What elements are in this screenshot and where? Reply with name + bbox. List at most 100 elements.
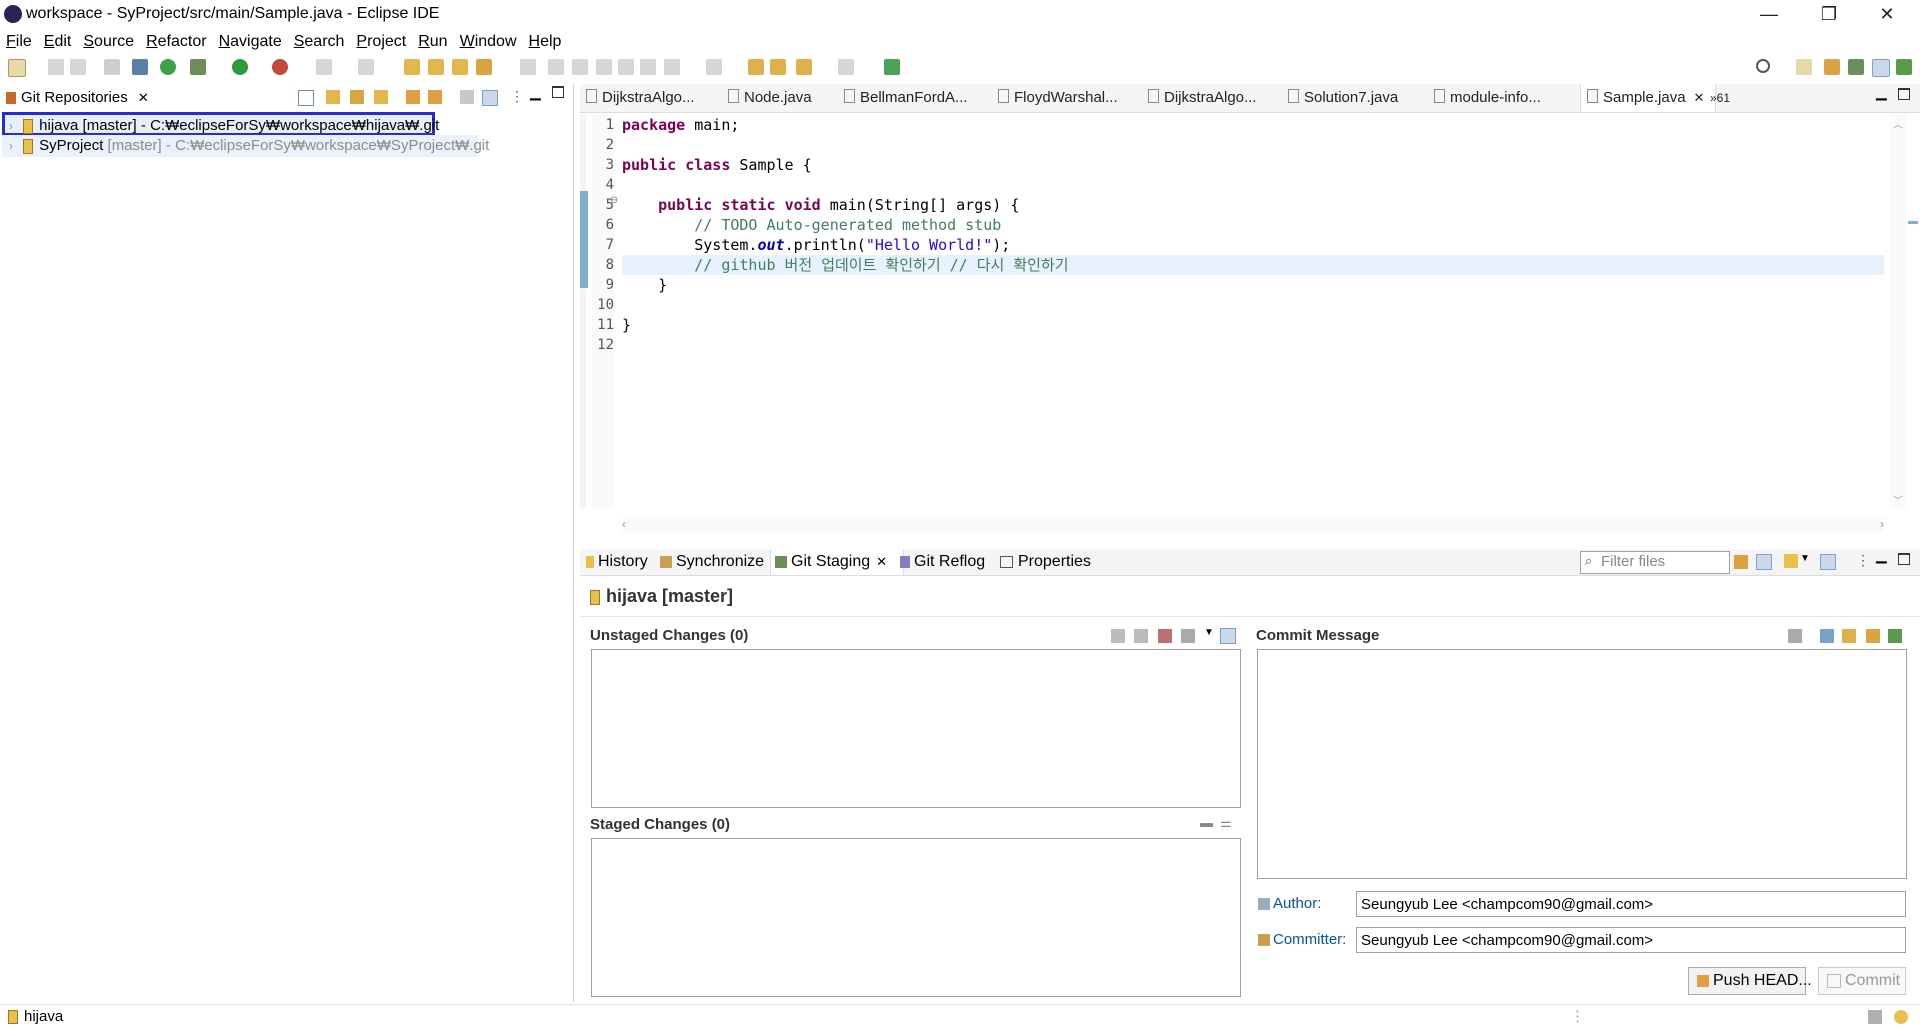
forward-edit-icon[interactable]: [770, 59, 786, 75]
editor-tab[interactable]: FloydWarshal...: [998, 84, 1118, 112]
editor-tab[interactable]: BellmanFordA...: [844, 84, 968, 112]
change-id-icon[interactable]: [1888, 629, 1902, 643]
filter-files-input[interactable]: ⌕ Filter files: [1580, 551, 1730, 574]
close-tab-icon[interactable]: ✕: [138, 90, 149, 105]
add-repo-icon[interactable]: [326, 90, 340, 104]
commit-button[interactable]: Commit: [1818, 967, 1906, 995]
amend-icon[interactable]: [1820, 629, 1834, 643]
toggle-icon[interactable]: [160, 59, 176, 75]
close-window-button[interactable]: ✕: [1864, 0, 1910, 30]
repo-row-hijava[interactable]: › hijava [master] - C:₩eclipseForSy₩work…: [2, 112, 439, 136]
compare-icon[interactable]: [1788, 629, 1802, 643]
save-all-icon[interactable]: [70, 59, 86, 75]
tab-properties[interactable]: Properties: [1000, 549, 1091, 575]
menu-window[interactable]: Window: [454, 30, 523, 54]
push-head-button[interactable]: Push HEAD...: [1688, 967, 1812, 995]
editor-tab[interactable]: Node.java: [728, 84, 812, 112]
code-text[interactable]: package main; public class Sample { publ…: [622, 115, 1069, 335]
tab-overflow-button[interactable]: »61: [1710, 84, 1730, 112]
save-icon[interactable]: [48, 59, 64, 75]
minimize-view-icon[interactable]: ▁: [1876, 547, 1887, 564]
vertical-scrollbar[interactable]: ︿ ﹀: [1890, 114, 1906, 509]
block-select-icon[interactable]: [572, 59, 588, 75]
menu-project[interactable]: Project: [350, 30, 412, 54]
tab-git-staging[interactable]: Git Staging ✕: [770, 549, 904, 575]
run-icon[interactable]: [232, 59, 248, 75]
chevron-down-icon[interactable]: ▼: [1800, 553, 1810, 564]
minimize-editor-icon[interactable]: ▁: [1876, 84, 1887, 101]
clone-repo-icon[interactable]: [350, 90, 364, 104]
open-perspective-icon[interactable]: [1796, 59, 1812, 75]
menu-navigate[interactable]: Navigate: [213, 30, 288, 54]
menu-refactor[interactable]: Refactor: [140, 30, 212, 54]
open-task-icon[interactable]: [884, 59, 900, 75]
git-repositories-tab[interactable]: Git Repositories ✕: [0, 86, 166, 110]
unstage-icon[interactable]: ▬: [1200, 815, 1213, 830]
restore-button[interactable]: ❐: [1806, 0, 1852, 30]
menu-source[interactable]: Source: [77, 30, 140, 54]
editor-tab[interactable]: DijkstraAlgo...: [1148, 84, 1257, 112]
pilcrow-icon[interactable]: [640, 59, 656, 75]
link-selection-icon[interactable]: [1756, 554, 1772, 570]
editor-tab-active[interactable]: Sample.java ✕: [1580, 84, 1716, 112]
repo-select-icon[interactable]: [1784, 554, 1798, 568]
commit-message-input[interactable]: [1257, 649, 1907, 879]
open-folder-icon[interactable]: [452, 59, 468, 75]
java-perspective-icon[interactable]: [1824, 59, 1840, 75]
ignore-icon[interactable]: [1158, 629, 1172, 643]
stage-all-icon[interactable]: [1134, 629, 1148, 643]
show-whitespace-icon[interactable]: [618, 59, 634, 75]
chevron-right-icon[interactable]: ›: [9, 119, 13, 133]
forward-icon[interactable]: [838, 59, 854, 75]
word-wrap-icon[interactable]: [596, 59, 612, 75]
view-menu-icon[interactable]: ⋮: [1856, 552, 1870, 569]
external-tools-icon[interactable]: [358, 59, 374, 75]
link-icon[interactable]: [406, 90, 420, 104]
tip-icon[interactable]: [1894, 1010, 1908, 1024]
chevron-right-icon[interactable]: ›: [9, 139, 13, 153]
menu-edit[interactable]: Edit: [38, 30, 78, 54]
minimize-button[interactable]: —: [1746, 0, 1792, 30]
menu-help[interactable]: Help: [523, 30, 568, 54]
author-field[interactable]: Seungyub Lee <champcom90@gmail.com>: [1356, 891, 1906, 917]
open-project-icon[interactable]: [428, 59, 444, 75]
repo-row-syproject[interactable]: › SyProject [master] - C:₩eclipseForSy₩w…: [2, 135, 489, 157]
annotation-icon[interactable]: [520, 59, 536, 75]
git-perspective-icon[interactable]: [1872, 59, 1890, 77]
next-annotation-icon[interactable]: [664, 59, 680, 75]
open-type-icon[interactable]: [404, 59, 420, 75]
maximize-editor-icon[interactable]: [1898, 88, 1910, 100]
minimize-view-icon[interactable]: ▁: [530, 84, 541, 101]
debug-perspective-icon[interactable]: [1848, 59, 1864, 75]
prev-annotation-icon[interactable]: [706, 59, 722, 75]
coverage-icon[interactable]: [272, 59, 288, 75]
refresh-icon[interactable]: [428, 90, 442, 104]
new-icon[interactable]: [8, 59, 26, 77]
menu-file[interactable]: File: [0, 30, 38, 54]
stop-icon[interactable]: [316, 59, 332, 75]
menu-search[interactable]: Search: [288, 30, 351, 54]
maximize-view-icon[interactable]: [1898, 553, 1910, 565]
tab-history[interactable]: History: [586, 549, 648, 575]
stage-icon[interactable]: [1111, 629, 1125, 643]
hierarchical-icon[interactable]: [460, 90, 474, 104]
editor-tab[interactable]: Solution7.java: [1288, 84, 1398, 112]
editor-tab[interactable]: DijkstraAlgo...: [586, 84, 695, 112]
highlight-icon[interactable]: [548, 59, 564, 75]
horizontal-scrollbar[interactable]: ‹ ›: [622, 517, 1884, 533]
search-icon[interactable]: [1756, 59, 1770, 73]
create-repo-icon[interactable]: [374, 90, 388, 104]
view-menu-icon[interactable]: ⋮: [510, 88, 524, 105]
close-tab-icon[interactable]: ✕: [876, 554, 887, 569]
sign-off-icon[interactable]: [1842, 629, 1856, 643]
binary-icon[interactable]: [104, 59, 120, 75]
link-with-selection-icon[interactable]: [482, 90, 498, 106]
tab-synchronize[interactable]: Synchronize: [660, 549, 764, 575]
close-tab-icon[interactable]: ✕: [1694, 90, 1705, 105]
tab-git-reflog[interactable]: Git Reflog: [900, 549, 985, 575]
committer-field[interactable]: Seungyub Lee <champcom90@gmail.com>: [1356, 927, 1906, 953]
notifications-icon[interactable]: [1868, 1010, 1882, 1024]
refresh-icon[interactable]: [1734, 555, 1748, 569]
layout-icon[interactable]: [1820, 554, 1836, 570]
unstaged-changes-list[interactable]: [591, 649, 1241, 808]
